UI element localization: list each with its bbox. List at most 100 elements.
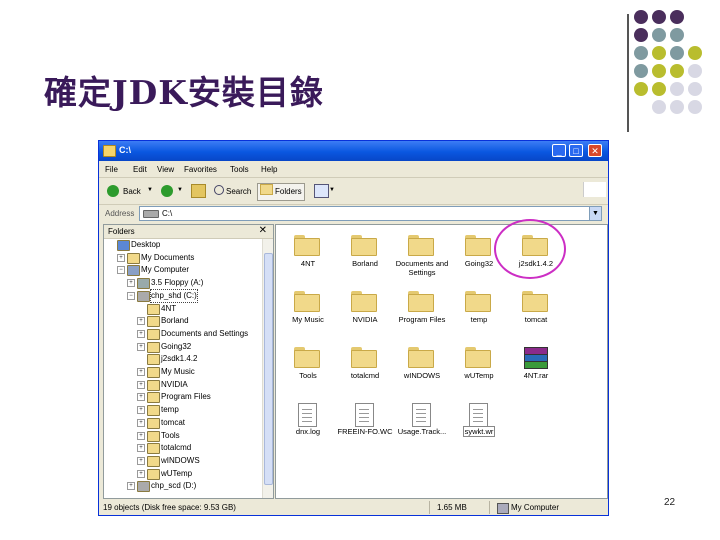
collapse-icon[interactable]: − bbox=[127, 291, 135, 300]
expand-icon[interactable]: + bbox=[127, 482, 135, 491]
file-item[interactable]: 4NT.rar bbox=[508, 347, 564, 395]
file-label-text: dnx.log bbox=[295, 427, 321, 436]
file-item[interactable]: sywkt.wr bbox=[451, 403, 507, 451]
file-item[interactable]: Usage.Track... bbox=[394, 403, 450, 451]
file-label-text: Program Files bbox=[398, 315, 446, 324]
file-label: wINDOWS bbox=[394, 371, 450, 380]
explorer-window: C:\ _ □ ✕ File Edit View Favorites Tools… bbox=[98, 140, 609, 516]
folder-icon bbox=[351, 235, 377, 256]
back-dropdown-icon[interactable]: ▼ bbox=[147, 187, 153, 193]
file-label-text: Borland bbox=[352, 259, 378, 268]
menu-edit[interactable]: Edit bbox=[133, 165, 147, 174]
up-folder-icon[interactable] bbox=[191, 184, 206, 198]
menu-bar: File Edit View Favorites Tools Help bbox=[99, 161, 608, 197]
file-label-text: Usage.Track... bbox=[397, 427, 447, 436]
close-icon[interactable]: ✕ bbox=[259, 225, 267, 236]
folder-item[interactable]: wINDOWS bbox=[394, 347, 450, 395]
title-bar[interactable]: C:\ _ □ ✕ bbox=[99, 141, 608, 161]
folder-item[interactable]: 4NT bbox=[280, 235, 336, 283]
decorative-dot bbox=[634, 82, 648, 96]
decorative-dot bbox=[688, 82, 702, 96]
expand-icon[interactable]: + bbox=[117, 253, 125, 262]
folders-button[interactable]: Folders bbox=[257, 183, 305, 201]
expand-icon[interactable]: + bbox=[137, 406, 145, 415]
expand-icon[interactable]: + bbox=[127, 279, 135, 288]
decorative-dot bbox=[652, 82, 666, 96]
file-label-text: FREEIN-FO.WC bbox=[337, 427, 393, 436]
folder-item[interactable]: temp bbox=[451, 291, 507, 339]
folder-item[interactable]: My Music bbox=[280, 291, 336, 339]
back-button[interactable]: Back bbox=[120, 183, 144, 201]
file-label: Program Files bbox=[394, 315, 450, 324]
menu-help[interactable]: Help bbox=[261, 165, 277, 174]
menu-view[interactable]: View bbox=[157, 165, 174, 174]
folder-item[interactable]: NVIDIA bbox=[337, 291, 393, 339]
file-item[interactable]: FREEIN-FO.WC bbox=[337, 403, 393, 451]
folder-item[interactable]: wUTemp bbox=[451, 347, 507, 395]
folder-icon bbox=[147, 316, 160, 328]
file-label-text: Documents and Settings bbox=[395, 259, 449, 277]
minimize-button[interactable]: _ bbox=[552, 144, 566, 157]
file-label: 4NT bbox=[280, 259, 336, 268]
expand-icon[interactable]: + bbox=[137, 380, 145, 389]
file-item[interactable]: dnx.log bbox=[280, 403, 336, 451]
folder-icon bbox=[147, 430, 160, 442]
forward-dropdown-icon[interactable]: ▼ bbox=[177, 187, 183, 193]
folder-icon bbox=[294, 347, 320, 368]
expand-icon[interactable]: + bbox=[137, 317, 145, 326]
file-label-text: wUTemp bbox=[464, 371, 494, 380]
address-dropdown-icon[interactable]: ▼ bbox=[589, 207, 601, 220]
expand-icon[interactable]: + bbox=[137, 393, 145, 402]
folder-item[interactable]: Tools bbox=[280, 347, 336, 395]
collapse-icon[interactable]: − bbox=[117, 266, 125, 275]
tree-scroll-thumb[interactable] bbox=[264, 253, 273, 485]
file-label-text: Tools bbox=[299, 371, 317, 380]
folder-item[interactable]: Borland bbox=[337, 235, 393, 283]
file-label: 4NT.rar bbox=[508, 371, 564, 380]
back-arrow-icon[interactable] bbox=[107, 185, 119, 197]
folder-item[interactable]: tomcat bbox=[508, 291, 564, 339]
tree-scrollbar[interactable] bbox=[262, 239, 273, 498]
tree-item-label: Tools bbox=[161, 430, 180, 440]
search-button[interactable]: Search bbox=[211, 183, 254, 201]
views-dropdown-icon[interactable]: ▼ bbox=[329, 187, 335, 193]
decorative-dot bbox=[634, 10, 648, 24]
menu-file[interactable]: File bbox=[105, 165, 118, 174]
toolbar: Back ▼ ▼ Search Folders ▼ bbox=[99, 178, 608, 205]
maximize-button[interactable]: □ bbox=[569, 144, 583, 157]
tree-item-label: wINDOWS bbox=[161, 455, 200, 465]
forward-arrow-icon[interactable] bbox=[161, 185, 173, 197]
expand-icon[interactable]: + bbox=[137, 418, 145, 427]
expand-icon[interactable]: + bbox=[137, 431, 145, 440]
folder-item[interactable]: totalcmd bbox=[337, 347, 393, 395]
tree-item-label: Documents and Settings bbox=[161, 328, 249, 338]
menu-favorites[interactable]: Favorites bbox=[184, 165, 217, 174]
close-button[interactable]: ✕ bbox=[588, 144, 602, 157]
tree-item-label: 4NT bbox=[161, 303, 177, 313]
folder-item[interactable]: Documents and Settings bbox=[394, 235, 450, 283]
document-icon bbox=[298, 403, 317, 427]
tree-item-label: NVIDIA bbox=[161, 379, 188, 389]
menu-tools[interactable]: Tools bbox=[230, 165, 249, 174]
slide-title: 確定JDK安裝目錄 bbox=[44, 73, 324, 112]
folder-icon bbox=[103, 145, 116, 157]
expand-icon[interactable]: + bbox=[137, 342, 145, 351]
expand-icon[interactable]: + bbox=[137, 456, 145, 465]
expand-icon[interactable]: + bbox=[137, 368, 145, 376]
window-title: C:\ bbox=[119, 145, 131, 155]
folder-icon bbox=[351, 291, 377, 312]
folder-item[interactable]: Program Files bbox=[394, 291, 450, 339]
views-icon[interactable] bbox=[314, 184, 329, 198]
drive-icon bbox=[137, 290, 150, 302]
decorative-dot bbox=[670, 46, 684, 60]
file-label-text: Going32 bbox=[464, 259, 494, 268]
expand-icon[interactable]: + bbox=[137, 329, 145, 338]
expand-icon[interactable]: + bbox=[137, 469, 145, 478]
tree-item-label: tomcat bbox=[161, 417, 186, 427]
tree-item-label: Program Files bbox=[161, 392, 211, 402]
tree-item-label: Desktop bbox=[131, 240, 161, 249]
file-label-text: 4NT bbox=[300, 259, 316, 268]
expand-icon[interactable]: + bbox=[137, 444, 145, 453]
decorative-dot bbox=[688, 100, 702, 114]
decorative-dot bbox=[634, 46, 648, 60]
